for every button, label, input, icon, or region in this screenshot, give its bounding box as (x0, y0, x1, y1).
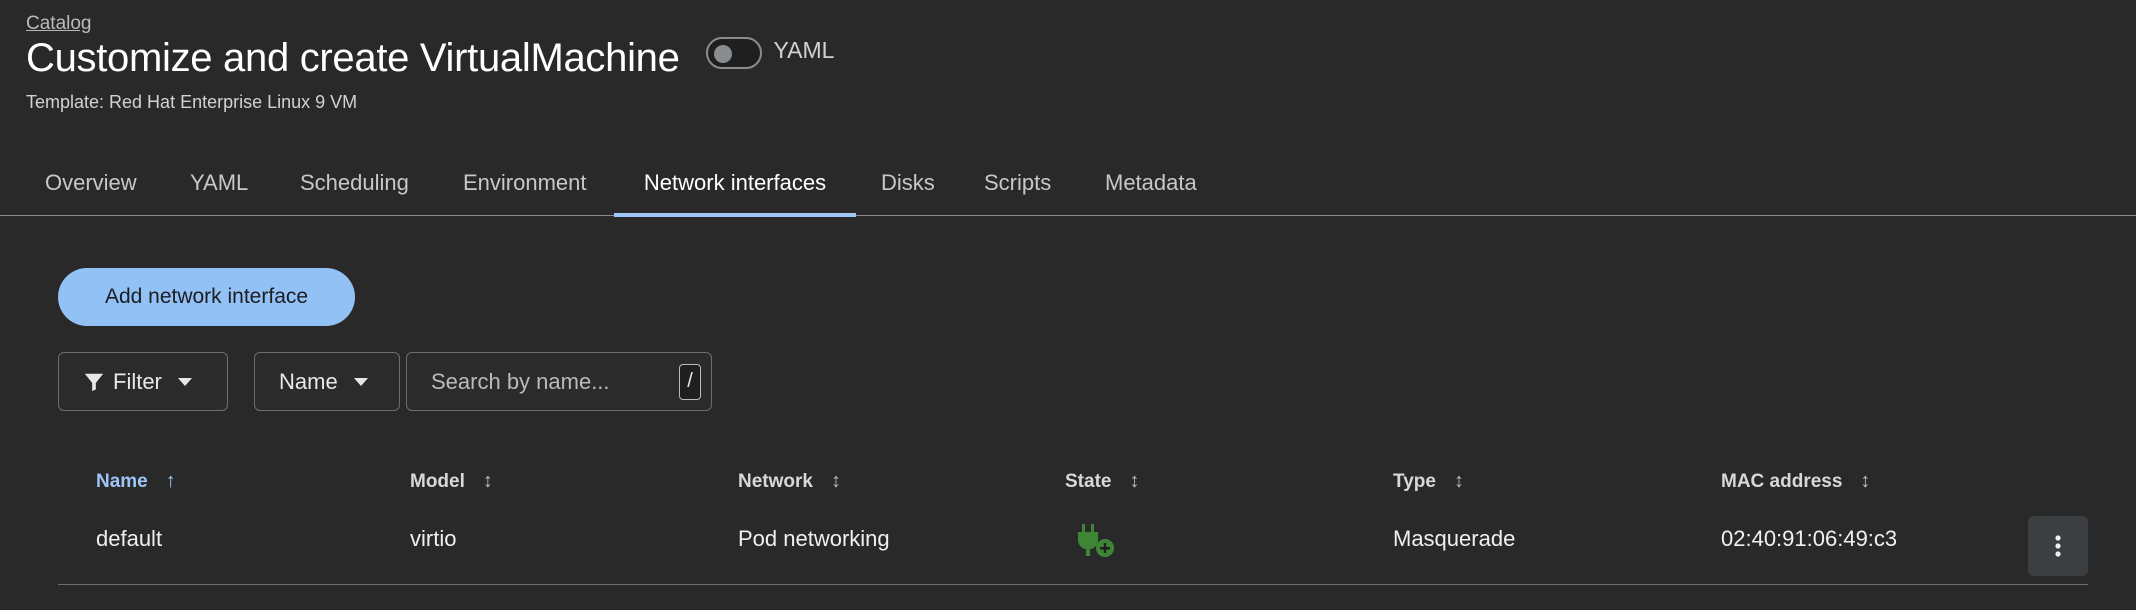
filter-dropdown[interactable]: Filter (58, 352, 228, 411)
column-label: Network (738, 470, 813, 492)
column-label: MAC address (1721, 470, 1843, 492)
tab-bar: Overview YAML Scheduling Environment Net… (0, 150, 2136, 217)
sort-ascending-icon: ↑ (165, 470, 176, 492)
tab-scheduling[interactable]: Scheduling (300, 150, 409, 216)
search-placeholder: Search by name... (431, 368, 610, 394)
tab-metadata[interactable]: Metadata (1105, 150, 1197, 216)
template-subtitle: Template: Red Hat Enterprise Linux 9 VM (26, 92, 358, 112)
search-shortcut-key: / (679, 363, 701, 400)
tab-environment[interactable]: Environment (463, 150, 587, 216)
column-header-mac-address[interactable]: MAC address ↕ (1721, 470, 1870, 493)
row-actions-kebab-button[interactable] (2028, 516, 2088, 576)
sort-icon: ↕ (1129, 470, 1140, 492)
tab-disks[interactable]: Disks (881, 150, 935, 216)
chevron-down-icon (177, 377, 192, 386)
page-title: Customize and create VirtualMachine (26, 36, 680, 80)
cell-model: virtio (410, 526, 457, 551)
cell-network: Pod networking (738, 526, 890, 551)
tab-network-interfaces[interactable]: Network interfaces (614, 150, 856, 217)
column-label: State (1065, 470, 1112, 492)
filter-icon (84, 373, 104, 391)
column-header-type[interactable]: Type ↕ (1393, 470, 1464, 493)
toggle-knob (713, 44, 732, 63)
page: Catalog Customize and create VirtualMach… (0, 0, 2136, 610)
column-label: Model (410, 470, 465, 492)
yaml-toggle-label: YAML (773, 37, 835, 63)
sort-icon: ↕ (1453, 470, 1464, 492)
name-attribute-dropdown[interactable]: Name (254, 352, 400, 411)
tab-overview[interactable]: Overview (45, 150, 137, 216)
sort-icon: ↕ (830, 470, 841, 492)
chevron-down-icon (353, 377, 368, 386)
breadcrumb-catalog-link[interactable]: Catalog (26, 13, 92, 35)
plug-add-icon (1078, 524, 1114, 557)
tab-scripts[interactable]: Scripts (984, 150, 1051, 216)
name-attribute-label: Name (279, 368, 338, 394)
kebab-icon (2055, 535, 2061, 557)
column-label: Type (1393, 470, 1436, 492)
tab-yaml[interactable]: YAML (190, 150, 248, 216)
cell-type: Masquerade (1393, 526, 1516, 551)
column-label: Name (96, 470, 148, 492)
filter-label: Filter (113, 368, 162, 394)
cell-mac-address: 02:40:91:06:49:c3 (1721, 526, 1898, 551)
title-row: Customize and create VirtualMachine YAML (26, 36, 834, 81)
column-header-name[interactable]: Name ↑ (96, 470, 176, 493)
column-header-state[interactable]: State ↕ (1065, 470, 1139, 493)
sort-icon: ↕ (482, 470, 493, 492)
column-header-network[interactable]: Network ↕ (738, 470, 841, 493)
yaml-toggle[interactable] (705, 36, 762, 69)
add-network-interface-button[interactable]: Add network interface (58, 268, 355, 326)
sort-icon: ↕ (1860, 470, 1871, 492)
cell-name: default (96, 526, 163, 551)
search-input[interactable]: Search by name... / (406, 352, 712, 411)
row-divider (58, 584, 2088, 585)
column-header-model[interactable]: Model ↕ (410, 470, 493, 493)
